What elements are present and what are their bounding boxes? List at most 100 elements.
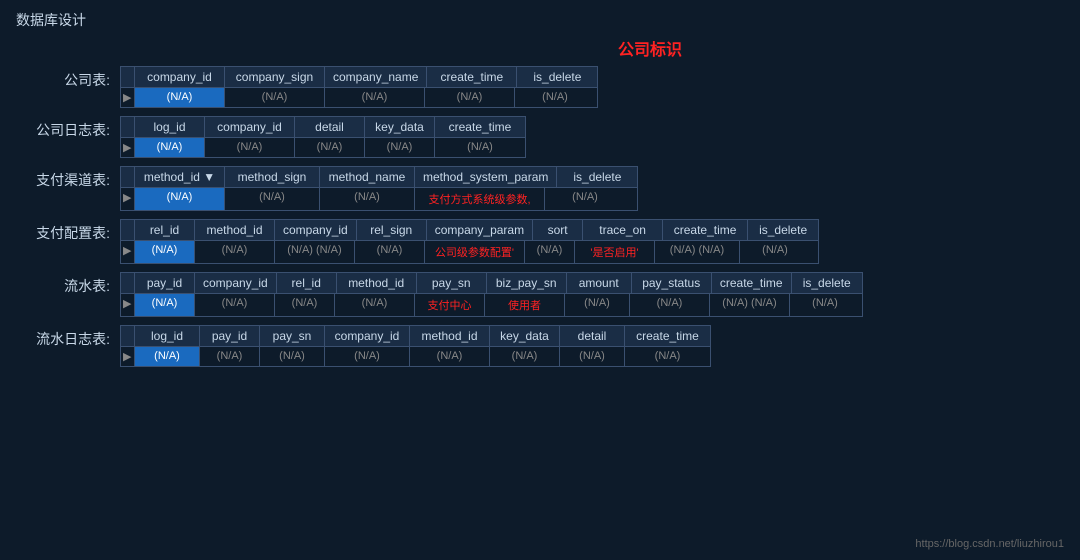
column-header: pay_status <box>632 273 712 293</box>
column-header: pay_id <box>135 273 195 293</box>
column-header: create_time <box>712 273 792 293</box>
column-header: pay_id <box>200 326 260 346</box>
column-header: company_id <box>135 67 225 87</box>
column-header: is_delete <box>748 220 818 240</box>
db-table: pay_idcompany_idrel_idmethod_idpay_snbiz… <box>120 272 863 317</box>
column-header: method_sign <box>225 167 320 187</box>
column-header: method_id <box>410 326 490 346</box>
cell-value: 公司级参数配置' <box>425 241 525 263</box>
db-table: company_idcompany_signcompany_namecreate… <box>120 66 598 108</box>
cell-value: 支付中心 <box>415 294 485 316</box>
cell-value: (N/A) <box>135 347 200 366</box>
column-header: biz_pay_sn <box>487 273 567 293</box>
cell-value: (N/A) <box>225 88 325 107</box>
cell-value: (N/A) <box>335 294 415 316</box>
cell-value: (N/A) <box>320 188 415 210</box>
column-header: rel_sign <box>357 220 427 240</box>
column-header: rel_id <box>277 273 337 293</box>
table-section: 公司日志表:log_idcompany_iddetailkey_datacrea… <box>20 116 1060 158</box>
table-label: 流水表: <box>20 272 120 296</box>
table-label: 公司表: <box>20 66 120 90</box>
cell-value: (N/A) <box>135 138 205 157</box>
cell-value: (N/A) <box>205 138 295 157</box>
column-header: log_id <box>135 117 205 137</box>
cell-value: (N/A) <box>355 241 425 263</box>
column-header: is_delete <box>557 167 637 187</box>
cell-value: (N/A) <box>325 88 425 107</box>
cell-value: (N/A) <box>545 188 625 210</box>
cell-value: (N/A) <box>425 88 515 107</box>
cell-value: (N/A) (N/A) <box>710 294 790 316</box>
column-header: method_id <box>195 220 275 240</box>
cell-value: '是否启用' <box>575 241 655 263</box>
cell-value: (N/A) <box>225 188 320 210</box>
table-section: 支付配置表:rel_idmethod_idcompany_idrel_signc… <box>20 219 1060 264</box>
cell-value: 支付方式系统级参数, <box>415 188 545 210</box>
cell-value: (N/A) <box>410 347 490 366</box>
cell-value: (N/A) <box>135 88 225 107</box>
footer-url: https://blog.csdn.net/liuzhirou1 <box>915 538 1064 550</box>
table-section: 流水表:pay_idcompany_idrel_idmethod_idpay_s… <box>20 272 1060 317</box>
column-header: company_sign <box>225 67 325 87</box>
cell-value: (N/A) <box>565 294 630 316</box>
column-header: company_id <box>325 326 410 346</box>
table-label: 公司日志表: <box>20 116 120 140</box>
cell-value: (N/A) <box>630 294 710 316</box>
column-header: method_id <box>337 273 417 293</box>
cell-value: 使用者 <box>485 294 565 316</box>
cell-value: (N/A) (N/A) <box>655 241 740 263</box>
column-header: method_system_param <box>415 167 557 187</box>
cell-value: (N/A) <box>135 294 195 316</box>
column-header: company_id <box>195 273 277 293</box>
column-header: is_delete <box>517 67 597 87</box>
cell-value: (N/A) <box>135 241 195 263</box>
cell-value: (N/A) <box>560 347 625 366</box>
column-header: create_time <box>435 117 525 137</box>
column-header: is_delete <box>792 273 862 293</box>
column-header: key_data <box>365 117 435 137</box>
column-header: create_time <box>625 326 710 346</box>
column-header: create_time <box>427 67 517 87</box>
cell-value: (N/A) (N/A) <box>275 241 355 263</box>
table-section: 支付渠道表:method_id ▼method_signmethod_namem… <box>20 166 1060 211</box>
db-table: method_id ▼method_signmethod_namemethod_… <box>120 166 638 211</box>
cell-value: (N/A) <box>275 294 335 316</box>
table-label: 支付渠道表: <box>20 166 120 190</box>
db-table: log_idpay_idpay_sncompany_idmethod_idkey… <box>120 325 711 367</box>
column-header: log_id <box>135 326 200 346</box>
db-table: rel_idmethod_idcompany_idrel_signcompany… <box>120 219 819 264</box>
column-header: detail <box>295 117 365 137</box>
cell-value: (N/A) <box>325 347 410 366</box>
column-header: trace_on <box>583 220 663 240</box>
column-header: create_time <box>663 220 748 240</box>
cell-value: (N/A) <box>365 138 435 157</box>
column-header: company_name <box>325 67 427 87</box>
column-header: company_id <box>275 220 357 240</box>
cell-value: (N/A) <box>790 294 860 316</box>
db-table: log_idcompany_iddetailkey_datacreate_tim… <box>120 116 526 158</box>
cell-value: (N/A) <box>625 347 710 366</box>
column-header: amount <box>567 273 632 293</box>
cell-value: (N/A) <box>200 347 260 366</box>
page-title: 数据库设计 <box>0 0 1080 36</box>
cell-value: (N/A) <box>135 188 225 210</box>
cell-value: (N/A) <box>525 241 575 263</box>
cell-value: (N/A) <box>195 294 275 316</box>
brand-label: 公司标识 <box>240 36 1060 60</box>
column-header: method_id ▼ <box>135 167 225 187</box>
column-header: pay_sn <box>260 326 325 346</box>
cell-value: (N/A) <box>295 138 365 157</box>
column-header: method_name <box>320 167 415 187</box>
column-header: sort <box>533 220 583 240</box>
column-header: company_id <box>205 117 295 137</box>
column-header: rel_id <box>135 220 195 240</box>
cell-value: (N/A) <box>515 88 595 107</box>
table-label: 流水日志表: <box>20 325 120 349</box>
column-header: detail <box>560 326 625 346</box>
column-header: company_param <box>427 220 533 240</box>
cell-value: (N/A) <box>490 347 560 366</box>
table-section: 公司表:company_idcompany_signcompany_namecr… <box>20 66 1060 108</box>
cell-value: (N/A) <box>435 138 525 157</box>
column-header: key_data <box>490 326 560 346</box>
column-header: pay_sn <box>417 273 487 293</box>
